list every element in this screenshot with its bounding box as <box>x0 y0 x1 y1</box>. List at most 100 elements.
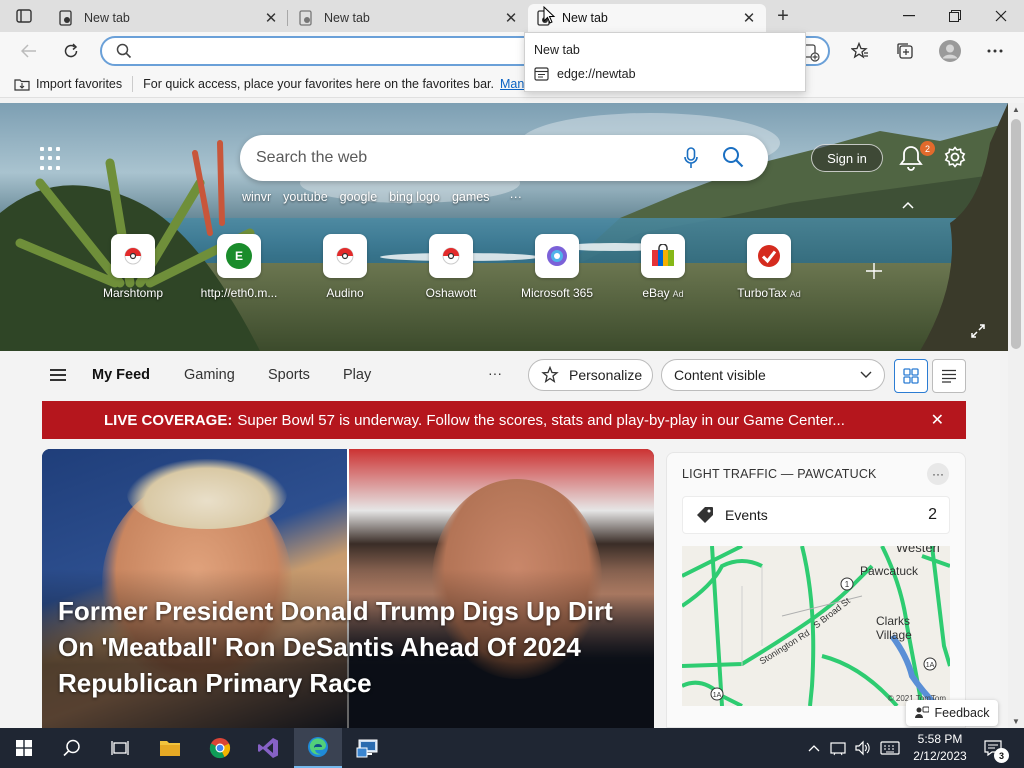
quick-link-tile[interactable]: Marshtomp <box>93 234 173 304</box>
show-hidden-icons-chevron[interactable] <box>806 728 822 768</box>
quick-link-tile[interactable]: Audino <box>305 234 385 304</box>
events-tag-icon <box>697 507 713 523</box>
volume-icon[interactable] <box>852 728 872 768</box>
grid-view-icon <box>903 368 919 384</box>
keyboard-icon[interactable] <box>878 728 902 768</box>
notification-count-badge: 2 <box>920 141 935 156</box>
new-tab-button[interactable]: + <box>770 4 796 28</box>
tree-illustration <box>920 103 1008 351</box>
settings-more-icon[interactable] <box>980 37 1010 65</box>
tab-sports[interactable]: Sports <box>268 367 310 383</box>
trending-item[interactable]: bing logo <box>389 190 440 204</box>
remote-desktop-icon <box>356 739 378 758</box>
traffic-map[interactable]: 1 1A 1A Westerl Pawcatuck Clarks Village… <box>682 546 950 706</box>
banner-text: Super Bowl 57 is underway. Follow the sc… <box>237 411 845 429</box>
trending-item[interactable]: youtube <box>283 190 327 204</box>
task-view-button[interactable] <box>96 728 144 768</box>
personalize-button[interactable]: Personalize <box>528 359 653 391</box>
quick-link-tile[interactable]: TurboTax Ad <box>729 234 809 304</box>
favorites-bar: Import favorites For quick access, place… <box>0 70 1024 98</box>
tab-1-close-icon[interactable]: ✕ <box>262 9 280 27</box>
tab-3-title: New tab <box>562 11 608 25</box>
file-explorer-taskbar-app[interactable] <box>146 728 194 768</box>
traffic-events-row[interactable]: Events 2 <box>682 496 950 534</box>
scroll-up-arrow-icon[interactable]: ▲ <box>1012 105 1020 114</box>
tile-label: http://eth0.m... <box>200 286 278 300</box>
app-launcher-icon[interactable] <box>40 147 64 171</box>
more-tabs-button[interactable]: ··· <box>488 365 502 381</box>
tab-2[interactable]: New tab ✕ <box>290 4 528 32</box>
list-view-button[interactable] <box>932 359 966 393</box>
divider <box>132 75 134 92</box>
page-scrollbar[interactable]: ▲ ▼ <box>1008 103 1024 728</box>
feed-navigation: My Feed Gaming Sports Play ··· Personali… <box>0 351 1008 399</box>
ebay-bag-icon <box>641 234 685 278</box>
trending-item[interactable]: winvr <box>242 190 271 204</box>
quick-link-tile[interactable]: Oshawott <box>411 234 491 304</box>
tab-3-active[interactable]: New tab ✕ <box>528 4 766 32</box>
import-favorites-button[interactable]: Import favorites <box>14 77 122 91</box>
tab-3-close-icon[interactable]: ✕ <box>740 9 758 27</box>
hero-background: winvr youtube google bing logo games ···… <box>0 103 1008 351</box>
story-photo-hair <box>127 459 287 529</box>
microphone-icon[interactable] <box>684 147 698 172</box>
visual-studio-taskbar-app[interactable] <box>244 728 292 768</box>
trending-more-button[interactable]: ··· <box>509 190 522 204</box>
trending-item[interactable]: games <box>452 190 490 204</box>
taskbar-search-button[interactable] <box>48 728 96 768</box>
trending-item[interactable]: google <box>340 190 378 204</box>
scroll-down-arrow-icon[interactable]: ▼ <box>1012 717 1020 726</box>
tab-1[interactable]: New tab ✕ <box>50 4 288 32</box>
web-search-box[interactable] <box>240 135 768 181</box>
tab-actions-icon[interactable] <box>8 5 40 27</box>
windows-taskbar: 5:58 PM 2/12/2023 <box>0 728 1024 768</box>
system-clock[interactable]: 5:58 PM 2/12/2023 <box>910 731 970 765</box>
chrome-taskbar-app[interactable] <box>196 728 244 768</box>
add-quick-link-plus-icon[interactable] <box>865 260 883 286</box>
start-button[interactable] <box>0 728 48 768</box>
newtab-page-icon <box>58 10 74 26</box>
quick-links: Marshtomp E http://eth0.m... Audino Osha… <box>100 234 900 304</box>
banner-close-icon[interactable]: ✕ <box>931 410 944 430</box>
profile-avatar[interactable] <box>935 37 965 65</box>
pokeball-icon <box>111 234 155 278</box>
tab-2-close-icon[interactable]: ✕ <box>502 9 520 27</box>
edge-taskbar-app[interactable] <box>294 728 342 768</box>
back-button[interactable] <box>14 37 44 65</box>
tab-play[interactable]: Play <box>343 367 371 383</box>
hamburger-menu-icon[interactable] <box>50 369 66 381</box>
story-headline[interactable]: Former President Donald Trump Digs Up Di… <box>58 593 648 701</box>
live-coverage-banner[interactable]: LIVE COVERAGE: Super Bowl 57 is underway… <box>42 401 966 439</box>
quick-link-tile[interactable]: eBay Ad <box>623 234 703 304</box>
scrollbar-thumb[interactable] <box>1011 119 1021 349</box>
search-icon[interactable] <box>722 146 744 171</box>
refresh-button[interactable] <box>56 37 86 65</box>
expand-background-icon[interactable] <box>970 323 986 342</box>
quick-link-tile[interactable]: Microsoft 365 <box>517 234 597 304</box>
restore-button[interactable] <box>932 0 978 32</box>
newtab-page-icon <box>298 10 314 26</box>
tile-label: Marshtomp <box>102 286 164 300</box>
content-visibility-select[interactable]: Content visible <box>661 359 885 391</box>
pokeball-icon <box>429 234 473 278</box>
quick-link-tile[interactable]: E http://eth0.m... <box>199 234 279 304</box>
tab-my-feed[interactable]: My Feed <box>92 367 150 383</box>
dropdown-suggestion[interactable]: edge://newtab <box>534 67 636 81</box>
tile-label-text: eBay <box>642 286 670 300</box>
collapse-chevron-up-icon[interactable] <box>902 196 914 212</box>
traffic-more-button[interactable]: ··· <box>927 463 949 485</box>
task-view-icon <box>111 741 129 755</box>
remote-desktop-taskbar-app[interactable] <box>344 728 392 768</box>
page-settings-gear-icon[interactable] <box>944 146 966 171</box>
favorites-icon[interactable] <box>845 37 875 65</box>
close-window-button[interactable] <box>978 0 1024 32</box>
collections-icon[interactable] <box>890 37 920 65</box>
minimize-button[interactable] <box>886 0 932 32</box>
sign-in-button[interactable]: Sign in <box>811 144 883 172</box>
tab-gaming[interactable]: Gaming <box>184 367 235 383</box>
web-search-input[interactable] <box>256 147 656 169</box>
grid-view-button[interactable] <box>894 359 928 393</box>
top-story-card[interactable]: Former President Donald Trump Digs Up Di… <box>42 449 654 728</box>
pen-workspace-icon[interactable] <box>828 728 848 768</box>
feedback-button[interactable]: Feedback <box>906 700 998 726</box>
